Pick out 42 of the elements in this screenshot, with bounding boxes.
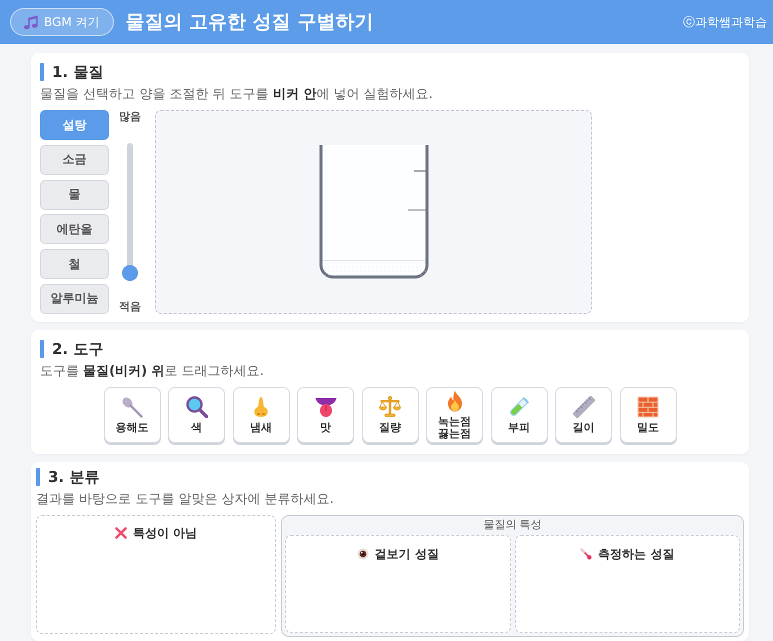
magnifier-icon [186,396,208,418]
material-button[interactable]: 철 [40,249,109,280]
scales-icon [379,396,401,418]
tool-button[interactable]: 용해도 [104,387,160,443]
section-heading: 3. 분류 [48,468,100,486]
accent-bar [40,340,44,358]
material-button[interactable]: 물 [40,180,109,210]
tool-button[interactable]: 질량 [362,387,418,443]
amount-slider-track[interactable] [122,143,138,281]
material-button[interactable]: 에탄올 [40,214,109,244]
box-title: 측정하는 성질 [598,546,674,562]
eye-icon [356,548,369,560]
tool-button[interactable]: 부피 [490,387,548,443]
brick-icon [637,396,659,418]
material-button[interactable]: 소금 [40,144,109,175]
tool-button[interactable]: 녹는점 끓는점 [426,387,483,443]
slider-thumb[interactable] [122,265,138,281]
music-note-icon [23,14,38,30]
cross-icon [114,527,127,539]
tool-button[interactable]: 밀도 [620,387,676,443]
instruction-text: 결과를 바탕으로 도구를 알맞은 상자에 분류하세요. [36,491,335,509]
tool-button[interactable]: 냄새 [232,387,290,443]
instruction-text: 물질을 선택하고 양을 조절한 뒤 도구를 비커 안에 넣어 실험하세요. [40,86,434,104]
accent-bar [36,468,40,486]
tool-button[interactable]: 색 [168,387,225,443]
tongue-icon [314,396,336,418]
app-title: 물질의 고유한 성질 구별하기 [126,10,374,35]
group-title: 물질의 특성 [483,518,542,531]
tool-button[interactable]: 맛 [297,387,354,443]
instruction-text: 도구를 물질(비커) 위로 드래그하세요. [40,363,265,381]
accent-bar [40,63,44,81]
box-title: 특성이 아님 [132,525,198,541]
spoon-icon [121,396,143,418]
tool-button[interactable]: 길이 [555,387,612,443]
material-button[interactable]: 알루미늄 [40,284,109,314]
copyright-text: ⓒ과학쌤과학습 [683,14,767,30]
slider-min-label: 적음 [119,300,141,314]
section-heading: 1. 물질 [52,63,104,81]
slider-max-label: 많음 [119,110,141,124]
thermometer-icon [580,548,592,560]
section-heading: 2. 도구 [52,340,104,358]
box-title: 겉보기 성질 [374,546,439,562]
